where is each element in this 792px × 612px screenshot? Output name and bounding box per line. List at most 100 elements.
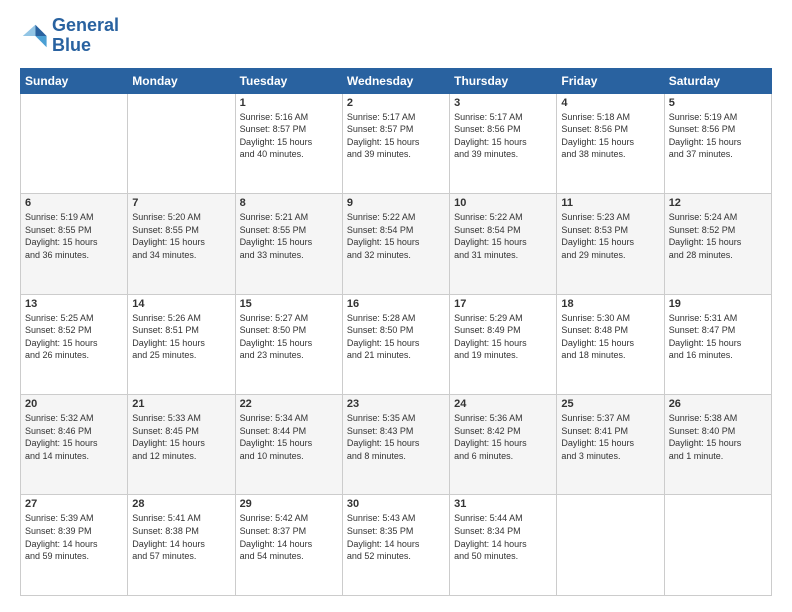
day-cell: 26 Sunrise: 5:38 AM Sunset: 8:40 PM Dayli… [664,395,771,495]
day-cell: 23Sunrise: 5:35 AM Sunset: 8:43 PM Dayli… [342,395,449,495]
weekday-header-saturday: Saturday [664,68,771,93]
day-number: 6 [25,197,123,209]
week-row-4: 20 Sunrise: 5:32 AM Sunset: 8:46 PM Dayli… [21,395,772,495]
day-cell: 11 Sunrise: 5:23 AM Sunset: 8:53 PM Dayli… [557,194,664,294]
logo: General Blue [20,16,119,56]
day-number: 5 [669,97,767,109]
day-cell: 1Sunrise: 5:16 AM Sunset: 8:57 PM Daylig… [235,93,342,193]
day-number: 19 [669,298,767,310]
day-number: 28 [132,498,230,510]
day-cell [664,495,771,596]
calendar: SundayMondayTuesdayWednesdayThursdayFrid… [20,68,772,596]
day-info: Sunrise: 5:31 AM Sunset: 8:47 PM Dayligh… [669,312,767,362]
day-info: Sunrise: 5:23 AM Sunset: 8:53 PM Dayligh… [561,211,659,261]
day-info: Sunrise: 5:22 AM Sunset: 8:54 PM Dayligh… [454,211,552,261]
day-cell: 9Sunrise: 5:22 AM Sunset: 8:54 PM Daylig… [342,194,449,294]
day-number: 24 [454,398,552,410]
day-info: Sunrise: 5:30 AM Sunset: 8:48 PM Dayligh… [561,312,659,362]
day-number: 16 [347,298,445,310]
day-info: Sunrise: 5:18 AM Sunset: 8:56 PM Dayligh… [561,111,659,161]
day-info: Sunrise: 5:26 AM Sunset: 8:51 PM Dayligh… [132,312,230,362]
day-cell: 20 Sunrise: 5:32 AM Sunset: 8:46 PM Dayli… [21,395,128,495]
day-number: 2 [347,97,445,109]
day-info: Sunrise: 5:28 AM Sunset: 8:50 PM Dayligh… [347,312,445,362]
day-cell: 8 Sunrise: 5:21 AM Sunset: 8:55 PM Daylig… [235,194,342,294]
day-cell: 14 Sunrise: 5:26 AM Sunset: 8:51 PM Dayli… [128,294,235,394]
week-row-2: 6Sunrise: 5:19 AM Sunset: 8:55 PM Daylig… [21,194,772,294]
weekday-header-monday: Monday [128,68,235,93]
day-number: 15 [240,298,338,310]
day-number: 13 [25,298,123,310]
day-cell: 10 Sunrise: 5:22 AM Sunset: 8:54 PM Dayli… [450,194,557,294]
day-cell: 25Sunrise: 5:37 AM Sunset: 8:41 PM Dayli… [557,395,664,495]
day-info: Sunrise: 5:32 AM Sunset: 8:46 PM Dayligh… [25,412,123,462]
day-number: 12 [669,197,767,209]
day-number: 26 [669,398,767,410]
day-info: Sunrise: 5:19 AM Sunset: 8:56 PM Dayligh… [669,111,767,161]
day-cell: 4 Sunrise: 5:18 AM Sunset: 8:56 PM Daylig… [557,93,664,193]
day-cell [21,93,128,193]
day-info: Sunrise: 5:25 AM Sunset: 8:52 PM Dayligh… [25,312,123,362]
day-info: Sunrise: 5:38 AM Sunset: 8:40 PM Dayligh… [669,412,767,462]
day-number: 20 [25,398,123,410]
day-info: Sunrise: 5:17 AM Sunset: 8:56 PM Dayligh… [454,111,552,161]
weekday-header-row: SundayMondayTuesdayWednesdayThursdayFrid… [21,68,772,93]
day-number: 1 [240,97,338,109]
day-info: Sunrise: 5:42 AM Sunset: 8:37 PM Dayligh… [240,512,338,562]
day-cell: 7 Sunrise: 5:20 AM Sunset: 8:55 PM Daylig… [128,194,235,294]
day-cell: 31 Sunrise: 5:44 AM Sunset: 8:34 PM Dayli… [450,495,557,596]
week-row-1: 1Sunrise: 5:16 AM Sunset: 8:57 PM Daylig… [21,93,772,193]
day-info: Sunrise: 5:39 AM Sunset: 8:39 PM Dayligh… [25,512,123,562]
day-number: 8 [240,197,338,209]
day-cell: 21Sunrise: 5:33 AM Sunset: 8:45 PM Dayli… [128,395,235,495]
week-row-5: 27 Sunrise: 5:39 AM Sunset: 8:39 PM Dayli… [21,495,772,596]
weekday-header-thursday: Thursday [450,68,557,93]
day-number: 30 [347,498,445,510]
day-cell: 28 Sunrise: 5:41 AM Sunset: 8:38 PM Dayli… [128,495,235,596]
day-number: 10 [454,197,552,209]
day-number: 3 [454,97,552,109]
day-info: Sunrise: 5:17 AM Sunset: 8:57 PM Dayligh… [347,111,445,161]
weekday-header-friday: Friday [557,68,664,93]
day-number: 27 [25,498,123,510]
day-number: 23 [347,398,445,410]
day-cell: 16 Sunrise: 5:28 AM Sunset: 8:50 PM Dayli… [342,294,449,394]
day-cell: 6Sunrise: 5:19 AM Sunset: 8:55 PM Daylig… [21,194,128,294]
day-number: 11 [561,197,659,209]
header: General Blue [20,16,772,56]
day-info: Sunrise: 5:44 AM Sunset: 8:34 PM Dayligh… [454,512,552,562]
day-cell [557,495,664,596]
day-number: 9 [347,197,445,209]
day-cell: 13 Sunrise: 5:25 AM Sunset: 8:52 PM Dayli… [21,294,128,394]
day-cell: 24Sunrise: 5:36 AM Sunset: 8:42 PM Dayli… [450,395,557,495]
day-cell: 2 Sunrise: 5:17 AM Sunset: 8:57 PM Daylig… [342,93,449,193]
day-number: 31 [454,498,552,510]
day-cell: 22 Sunrise: 5:34 AM Sunset: 8:44 PM Dayli… [235,395,342,495]
day-info: Sunrise: 5:34 AM Sunset: 8:44 PM Dayligh… [240,412,338,462]
day-info: Sunrise: 5:41 AM Sunset: 8:38 PM Dayligh… [132,512,230,562]
day-number: 22 [240,398,338,410]
day-info: Sunrise: 5:24 AM Sunset: 8:52 PM Dayligh… [669,211,767,261]
day-number: 17 [454,298,552,310]
day-cell: 3 Sunrise: 5:17 AM Sunset: 8:56 PM Daylig… [450,93,557,193]
day-number: 29 [240,498,338,510]
day-info: Sunrise: 5:21 AM Sunset: 8:55 PM Dayligh… [240,211,338,261]
day-number: 4 [561,97,659,109]
day-cell: 27 Sunrise: 5:39 AM Sunset: 8:39 PM Dayli… [21,495,128,596]
day-info: Sunrise: 5:33 AM Sunset: 8:45 PM Dayligh… [132,412,230,462]
day-info: Sunrise: 5:20 AM Sunset: 8:55 PM Dayligh… [132,211,230,261]
day-cell [128,93,235,193]
week-row-3: 13 Sunrise: 5:25 AM Sunset: 8:52 PM Dayli… [21,294,772,394]
weekday-header-tuesday: Tuesday [235,68,342,93]
day-number: 7 [132,197,230,209]
day-number: 18 [561,298,659,310]
logo-icon [20,22,48,50]
day-cell: 18 Sunrise: 5:30 AM Sunset: 8:48 PM Dayli… [557,294,664,394]
day-cell: 19 Sunrise: 5:31 AM Sunset: 8:47 PM Dayli… [664,294,771,394]
day-info: Sunrise: 5:43 AM Sunset: 8:35 PM Dayligh… [347,512,445,562]
day-number: 14 [132,298,230,310]
day-cell: 15Sunrise: 5:27 AM Sunset: 8:50 PM Dayli… [235,294,342,394]
day-info: Sunrise: 5:37 AM Sunset: 8:41 PM Dayligh… [561,412,659,462]
weekday-header-sunday: Sunday [21,68,128,93]
day-cell: 5 Sunrise: 5:19 AM Sunset: 8:56 PM Daylig… [664,93,771,193]
